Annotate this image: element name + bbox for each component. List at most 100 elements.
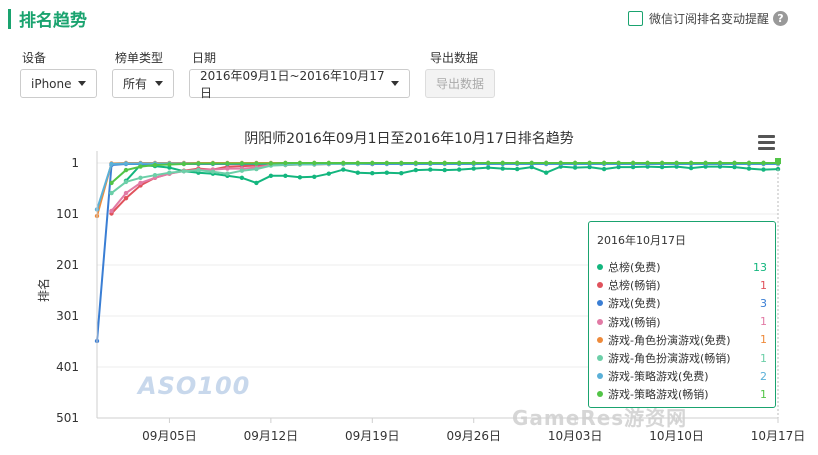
tooltip-series-value: 13 bbox=[753, 260, 767, 274]
tooltip-row: 游戏-策略游戏(免费) 2 bbox=[597, 368, 767, 384]
series-dot-icon bbox=[597, 336, 603, 343]
y-axis-label: 排名 bbox=[36, 278, 51, 302]
data-point bbox=[355, 170, 360, 175]
y-tick-label: 101 bbox=[56, 207, 79, 221]
tooltip-series-name: 游戏-角色扮演游戏(畅销) bbox=[608, 352, 731, 365]
data-point bbox=[457, 160, 462, 166]
data-point bbox=[225, 171, 230, 176]
data-point bbox=[399, 171, 404, 176]
tooltip-series-name: 游戏-策略游戏(免费) bbox=[608, 370, 709, 384]
data-point bbox=[486, 160, 491, 166]
x-tick-label: 09月12日 bbox=[244, 429, 299, 443]
data-point bbox=[239, 175, 245, 180]
data-point bbox=[442, 160, 447, 166]
data-point bbox=[587, 160, 592, 166]
y-tick-label: 401 bbox=[56, 360, 79, 374]
tooltip-row: 总榜(免费) 13 bbox=[597, 259, 767, 275]
data-point bbox=[601, 166, 607, 172]
data-point bbox=[442, 167, 447, 173]
y-tick-label: 201 bbox=[56, 258, 79, 272]
data-point bbox=[225, 166, 230, 171]
tooltip-row: 游戏-角色扮演游戏(畅销) 1 bbox=[597, 350, 767, 366]
data-point bbox=[413, 160, 418, 166]
data-point bbox=[109, 180, 114, 186]
data-point bbox=[123, 190, 129, 196]
data-point bbox=[544, 160, 549, 166]
tooltip-series-value: 1 bbox=[760, 278, 767, 292]
series-dot-icon bbox=[597, 318, 603, 325]
data-point bbox=[529, 160, 534, 166]
data-point bbox=[254, 180, 259, 186]
data-point bbox=[384, 160, 389, 166]
series-dot-icon bbox=[597, 373, 603, 380]
data-point bbox=[196, 167, 201, 173]
tooltip-row: 游戏(免费) 3 bbox=[597, 295, 767, 311]
data-point bbox=[239, 161, 245, 166]
data-point bbox=[167, 162, 172, 167]
data-point bbox=[413, 167, 418, 173]
tooltip-series-name: 游戏(畅销) bbox=[608, 315, 661, 329]
data-point bbox=[601, 160, 607, 166]
data-point bbox=[181, 161, 187, 167]
x-tick-label: 09月26日 bbox=[446, 429, 501, 443]
tooltip-row: 游戏(畅销) 1 bbox=[597, 314, 767, 330]
data-point bbox=[558, 160, 563, 166]
data-point bbox=[254, 166, 259, 172]
data-point bbox=[515, 166, 520, 172]
data-point bbox=[312, 160, 317, 166]
data-point bbox=[645, 160, 650, 166]
data-point bbox=[471, 166, 476, 171]
data-point bbox=[500, 166, 505, 171]
data-point bbox=[326, 160, 331, 166]
series-dot-icon bbox=[597, 300, 603, 307]
data-point bbox=[761, 160, 766, 166]
data-point bbox=[384, 170, 389, 175]
data-point bbox=[688, 165, 694, 171]
tooltip-series-name: 游戏-角色扮演游戏(免费) bbox=[608, 333, 731, 347]
x-tick-label: 09月19日 bbox=[345, 429, 400, 443]
y-tick-label: 501 bbox=[56, 411, 79, 425]
data-point bbox=[688, 160, 694, 166]
tooltip-row: 总榜(畅销) 1 bbox=[597, 277, 767, 293]
series-dot-icon bbox=[597, 391, 603, 398]
tooltip-series-value: 1 bbox=[760, 315, 767, 329]
chart-tooltip: 2016年10月17日 总榜(免费) 13 总榜(畅销) 1 游戏(免费) 3 游戏(畅销)… bbox=[588, 221, 776, 408]
data-point bbox=[355, 160, 360, 166]
tooltip-row: 游戏-角色扮演游戏(免费) 1 bbox=[597, 332, 767, 348]
data-point bbox=[457, 167, 462, 172]
series-dot-icon bbox=[597, 355, 603, 361]
data-point bbox=[268, 173, 274, 178]
tooltip-series-value: 1 bbox=[760, 387, 767, 401]
data-point bbox=[196, 161, 201, 166]
data-point bbox=[312, 174, 317, 179]
x-tick-label: 09月05日 bbox=[142, 429, 197, 443]
data-point bbox=[239, 168, 245, 173]
y-tick-label: 1 bbox=[71, 156, 79, 170]
data-point bbox=[152, 173, 158, 178]
tooltip-series-name: 总榜(免费) bbox=[608, 261, 661, 274]
data-point bbox=[268, 161, 274, 166]
data-point bbox=[428, 167, 433, 172]
data-point bbox=[225, 161, 230, 166]
data-point bbox=[732, 160, 737, 166]
series-dot-icon bbox=[597, 282, 603, 289]
tooltip-series-value: 3 bbox=[760, 296, 767, 310]
data-point bbox=[210, 161, 216, 166]
data-point bbox=[428, 160, 433, 166]
data-point bbox=[746, 166, 752, 171]
tooltip-series-name: 总榜(畅销) bbox=[608, 279, 661, 293]
data-point bbox=[326, 171, 331, 176]
data-point bbox=[674, 160, 679, 166]
data-point bbox=[341, 167, 346, 172]
tooltip-series-name: 游戏(免费) bbox=[608, 297, 661, 311]
data-point bbox=[572, 160, 578, 166]
data-point bbox=[123, 167, 129, 173]
data-point bbox=[123, 161, 129, 166]
data-point bbox=[283, 160, 288, 166]
data-point bbox=[283, 173, 288, 178]
data-point bbox=[152, 162, 158, 168]
data-point bbox=[109, 161, 114, 167]
tooltip-date: 2016年10月17日 bbox=[597, 234, 686, 247]
data-point bbox=[746, 160, 752, 166]
data-point bbox=[297, 175, 303, 180]
